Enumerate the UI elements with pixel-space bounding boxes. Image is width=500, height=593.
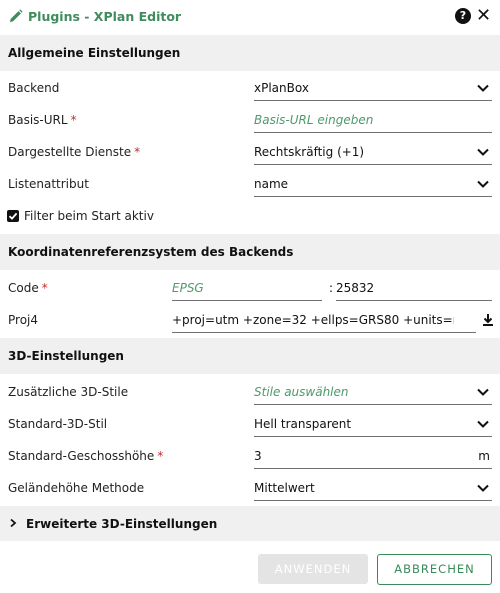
chevron-down-icon: [477, 388, 489, 396]
chevron-down-icon: [477, 180, 489, 188]
advanced-3d-toggle[interactable]: Erweiterte 3D-Einstellungen: [0, 506, 500, 541]
terrain-value: Mittelwert: [254, 481, 315, 495]
services-select[interactable]: Rechtskräftig (+1): [254, 142, 492, 165]
floor-height-input[interactable]: 3 m: [254, 446, 492, 469]
std-style-value: Hell transparent: [254, 417, 352, 431]
chevron-right-icon: [10, 518, 17, 528]
close-icon[interactable]: ✕: [476, 6, 491, 26]
proj4-label: Proj4: [8, 313, 39, 327]
section-crs: Koordinatenreferenzsystem des Backends: [0, 234, 500, 270]
code-number-input[interactable]: 25832: [336, 278, 492, 301]
section-3d-heading: 3D-Einstellungen: [8, 349, 124, 363]
backend-value: xPlanBox: [254, 81, 309, 95]
download-icon[interactable]: [481, 313, 495, 327]
terrain-select[interactable]: Mittelwert: [254, 478, 492, 501]
base-url-input[interactable]: Basis-URL eingeben: [254, 110, 492, 133]
filter-label[interactable]: Filter beim Start aktiv: [24, 209, 154, 223]
code-label: Code *: [8, 281, 48, 295]
filter-checkbox[interactable]: [7, 210, 19, 222]
styles-select[interactable]: Stile auswählen: [254, 382, 492, 405]
code-separator: :: [329, 281, 334, 295]
cancel-button[interactable]: ABBRECHEN: [377, 554, 492, 585]
styles-placeholder: Stile auswählen: [254, 385, 349, 399]
proj4-input[interactable]: +proj=utm +zone=32 +ellps=GRS80 +units=m…: [172, 310, 476, 333]
base-url-label: Basis-URL *: [8, 113, 77, 127]
section-general-heading: Allgemeine Einstellungen: [8, 46, 181, 60]
chevron-down-icon: [477, 484, 489, 492]
code-placeholder: EPSG: [172, 281, 204, 295]
list-attr-value: name: [254, 177, 289, 191]
floor-height-label: Standard-Geschosshöhe *: [8, 449, 164, 463]
list-attr-select[interactable]: name: [254, 174, 492, 197]
section-general: Allgemeine Einstellungen: [0, 35, 500, 71]
backend-label: Backend: [8, 81, 60, 95]
terrain-label: Geländehöhe Methode: [8, 481, 145, 495]
floor-height-value: 3: [254, 449, 262, 463]
check-icon: [8, 212, 18, 220]
help-icon[interactable]: ?: [455, 8, 471, 24]
std-style-select[interactable]: Hell transparent: [254, 414, 492, 437]
chevron-down-icon: [477, 148, 489, 156]
chevron-down-icon: [477, 420, 489, 428]
services-value: Rechtskräftig (+1): [254, 145, 365, 159]
proj4-value: +proj=utm +zone=32 +ellps=GRS80 +units=m…: [172, 313, 454, 327]
chevron-down-icon: [477, 84, 489, 92]
window-title: Plugins - XPlan Editor: [28, 9, 182, 24]
base-url-placeholder: Basis-URL eingeben: [254, 113, 374, 127]
apply-button[interactable]: ANWENDEN: [258, 554, 368, 584]
backend-select[interactable]: xPlanBox: [254, 78, 492, 101]
advanced-3d-label: Erweiterte 3D-Einstellungen: [26, 517, 218, 531]
code-value: 25832: [336, 281, 375, 295]
styles-label: Zusätzliche 3D-Stile: [8, 385, 129, 399]
pencil-icon: [10, 9, 23, 22]
list-attr-label: Listenattribut: [8, 177, 89, 191]
section-3d: 3D-Einstellungen: [0, 338, 500, 374]
section-crs-heading: Koordinatenreferenzsystem des Backends: [8, 245, 294, 259]
code-prefix-input[interactable]: EPSG: [172, 278, 322, 301]
title-bar: Plugins - XPlan Editor ? ✕: [0, 0, 500, 34]
services-label: Dargestellte Dienste *: [8, 145, 141, 159]
floor-height-unit: m: [478, 449, 490, 463]
std-style-label: Standard-3D-Stil: [8, 417, 108, 431]
